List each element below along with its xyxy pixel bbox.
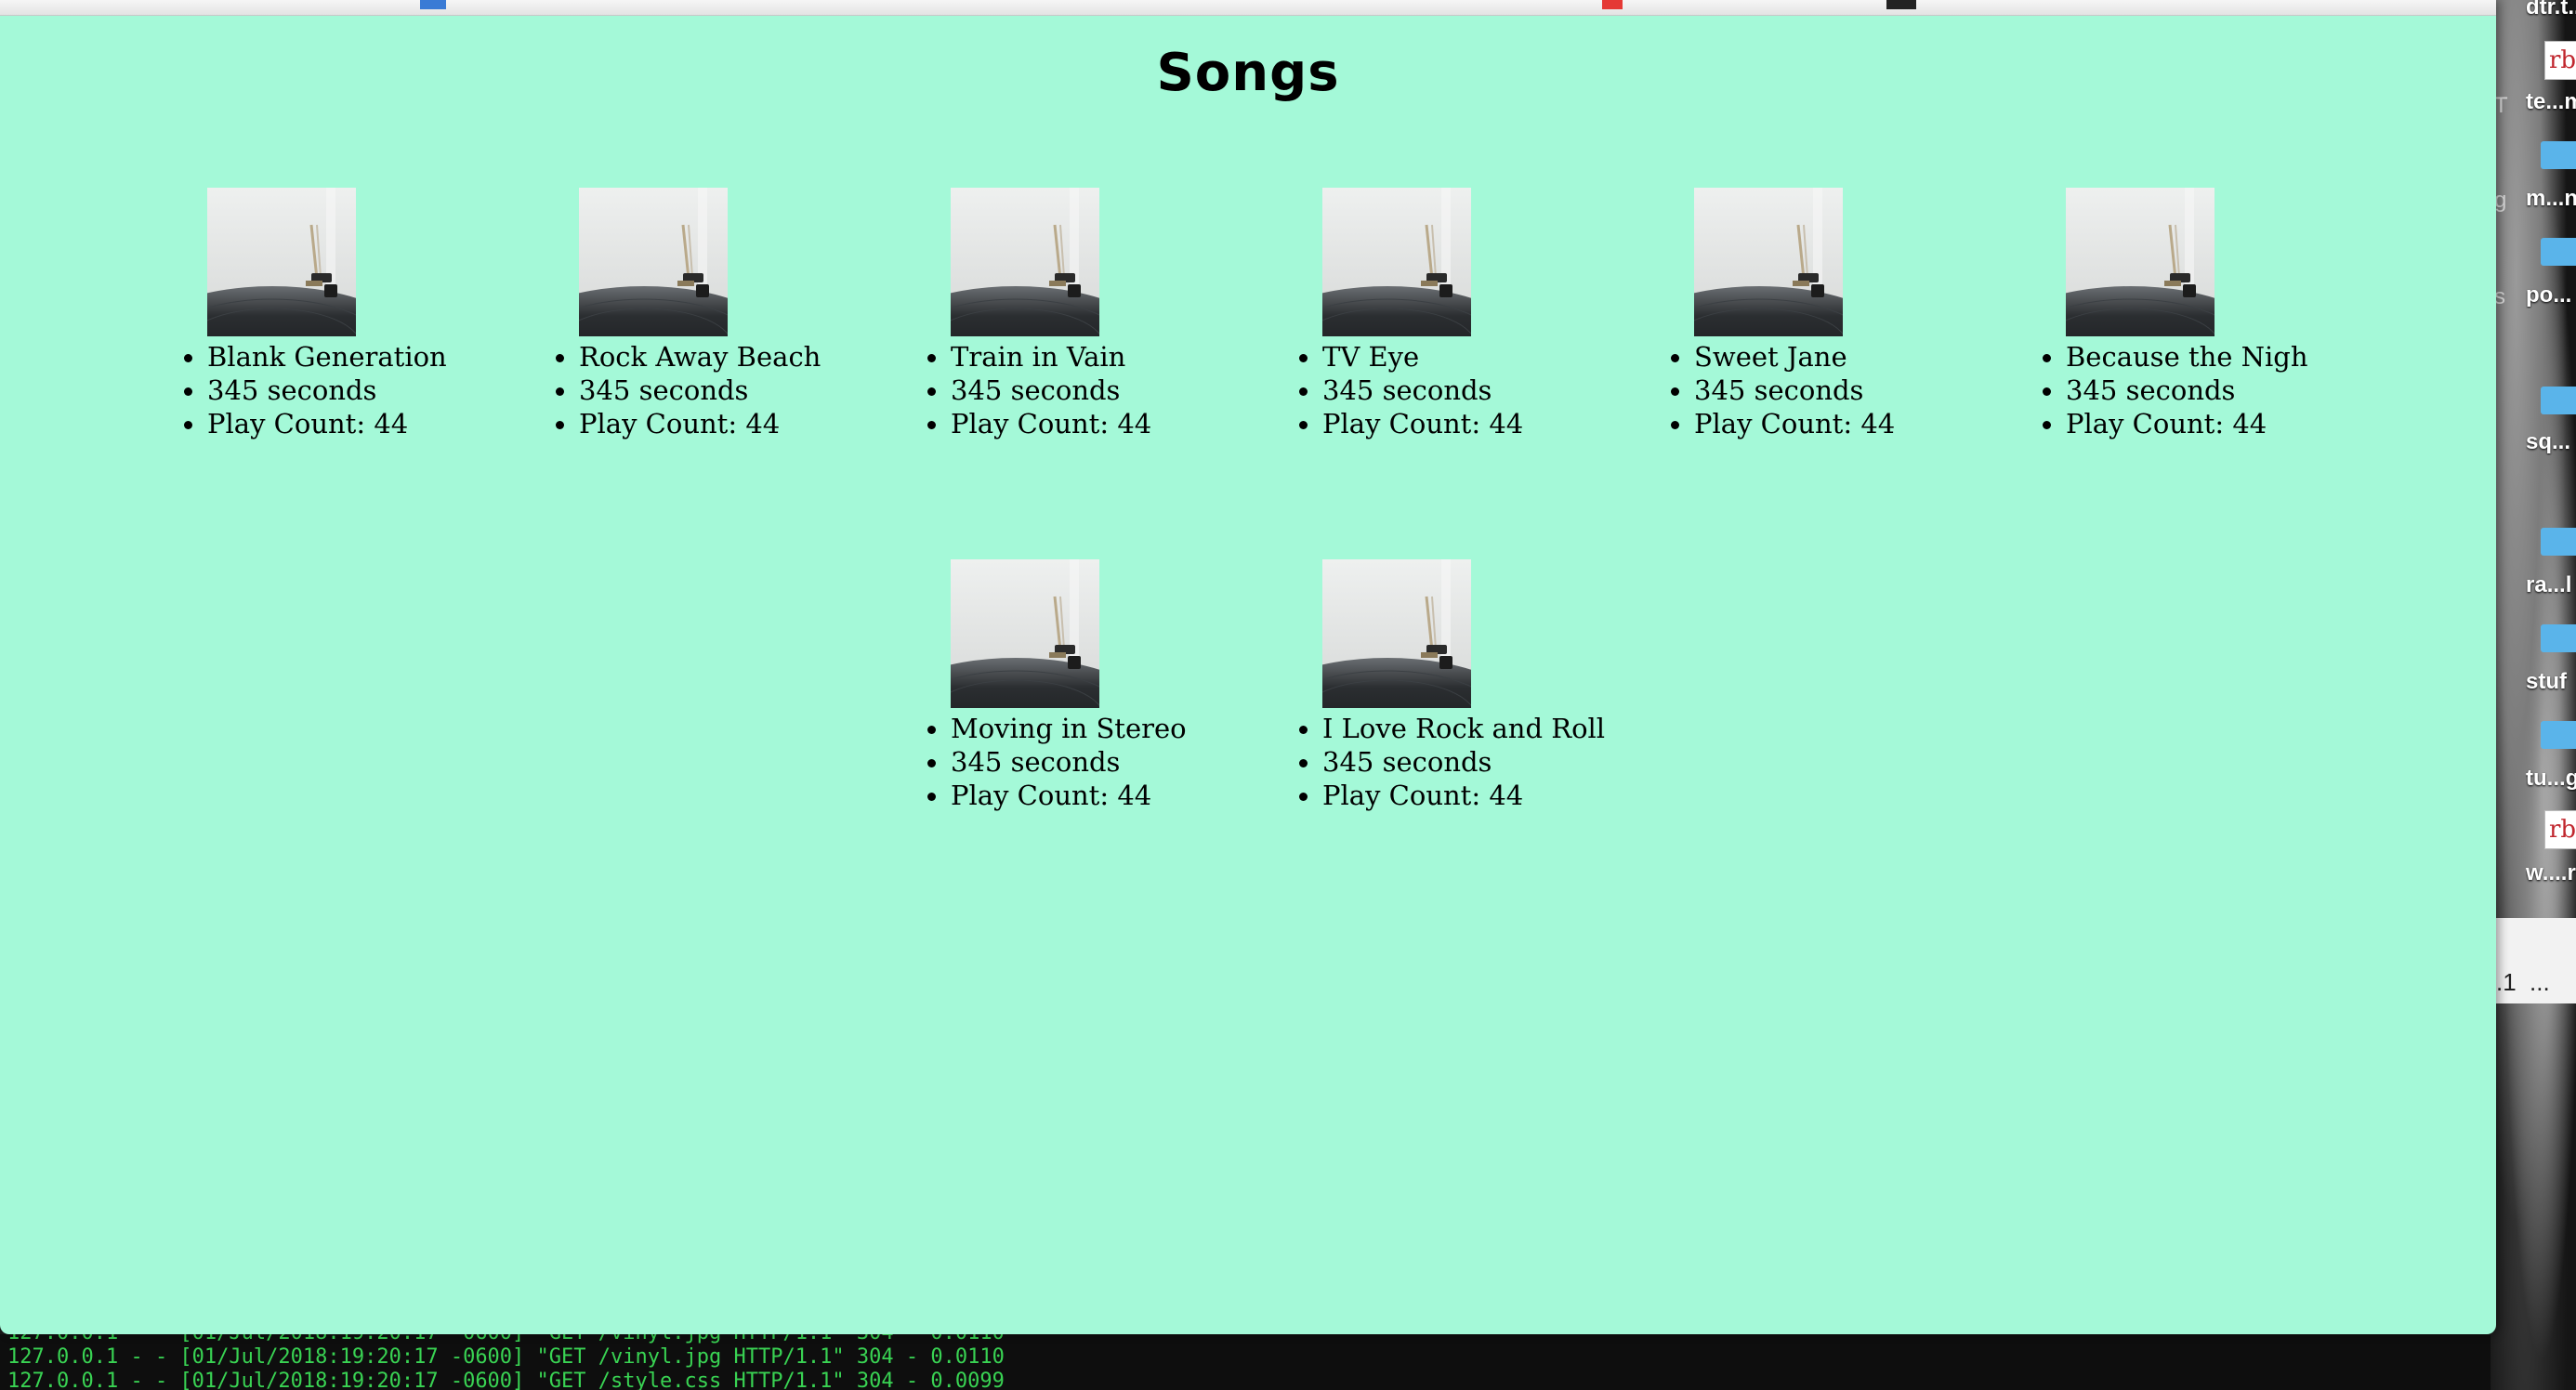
song-details: Moving in Stereo 345 seconds Play Count:… xyxy=(924,712,1187,812)
song-details: TV Eye 345 seconds Play Count: 44 xyxy=(1295,340,1523,440)
song-title: Because the Nigh xyxy=(2039,340,2308,374)
song-details: Sweet Jane 345 seconds Play Count: 44 xyxy=(1667,340,1895,440)
vinyl-record-image xyxy=(1322,559,1471,708)
vinyl-record-image xyxy=(2066,188,2215,336)
song-duration: 345 seconds xyxy=(2039,374,2308,407)
song-title: Train in Vain xyxy=(924,340,1151,374)
terminal-log-line: 127.0.0.1 - - [01/Jul/2018:19:20:17 -060… xyxy=(7,1334,1005,1344)
song-play-count: Play Count: 44 xyxy=(552,407,821,440)
desktop-item-label[interactable]: stuf xyxy=(2526,669,2576,695)
panel-ellipsis: ... xyxy=(2530,968,2550,996)
song-play-count: Play Count: 44 xyxy=(1667,407,1895,440)
song-title: Moving in Stereo xyxy=(924,712,1187,745)
song-duration: 345 seconds xyxy=(924,745,1187,779)
song-duration: 345 seconds xyxy=(1295,374,1523,407)
song-title: Blank Generation xyxy=(180,340,447,374)
vinyl-record-image xyxy=(951,559,1099,708)
desktop-item-label[interactable]: dtr.t... xyxy=(2526,0,2576,20)
folder-icon[interactable] xyxy=(2541,238,2576,266)
desktop-edge-letter: T xyxy=(2494,93,2508,118)
desktop-item-label[interactable]: w....r xyxy=(2526,860,2576,886)
vinyl-record-image xyxy=(951,188,1099,336)
song-play-count: Play Count: 44 xyxy=(924,779,1187,812)
desktop-item-label[interactable]: te...m xyxy=(2526,89,2576,115)
song-duration: 345 seconds xyxy=(552,374,821,407)
browser-window: Songs Blank Generation 345 seconds Play … xyxy=(0,0,2496,1334)
folder-icon[interactable] xyxy=(2541,624,2576,652)
song-title: TV Eye xyxy=(1295,340,1523,374)
desktop-item-label[interactable]: po... xyxy=(2526,282,2576,308)
folder-icon[interactable] xyxy=(2541,528,2576,556)
desktop-edge-letter: g xyxy=(2494,188,2507,213)
vinyl-record-image xyxy=(207,188,356,336)
terminal-log-line: 127.0.0.1 - - [01/Jul/2018:19:20:17 -060… xyxy=(7,1370,1005,1390)
song-duration: 345 seconds xyxy=(1295,745,1605,779)
vinyl-record-image xyxy=(579,188,728,336)
desktop-item-label[interactable]: ra...l xyxy=(2526,572,2576,598)
folder-icon[interactable] xyxy=(2541,721,2576,749)
desktop-item-label[interactable]: sq... xyxy=(2526,429,2576,455)
song-duration: 345 seconds xyxy=(1667,374,1895,407)
vinyl-record-image xyxy=(1694,188,1843,336)
song-play-count: Play Count: 44 xyxy=(2039,407,2308,440)
folder-icon[interactable] xyxy=(2541,141,2576,169)
song-play-count: Play Count: 44 xyxy=(1295,779,1605,812)
song-play-count: Play Count: 44 xyxy=(1295,407,1523,440)
song-title: Sweet Jane xyxy=(1667,340,1895,374)
songs-grid: Blank Generation 345 seconds Play Count:… xyxy=(0,0,2496,1334)
desktop-item-label[interactable]: tu...g xyxy=(2526,766,2576,792)
song-duration: 345 seconds xyxy=(924,374,1151,407)
ruby-file-icon[interactable]: rb xyxy=(2544,810,2576,849)
song-title: I Love Rock and Roll xyxy=(1295,712,1605,745)
terminal-log-line: 127.0.0.1 - - [01/Jul/2018:19:20:17 -060… xyxy=(7,1345,1005,1369)
folder-icon[interactable] xyxy=(2541,387,2576,414)
song-play-count: Play Count: 44 xyxy=(924,407,1151,440)
panel-label: .1 xyxy=(2496,968,2517,996)
song-details: Train in Vain 345 seconds Play Count: 44 xyxy=(924,340,1151,440)
song-details: Because the Nigh 345 seconds Play Count:… xyxy=(2039,340,2308,440)
song-title: Rock Away Beach xyxy=(552,340,821,374)
song-details: Blank Generation 345 seconds Play Count:… xyxy=(180,340,447,440)
vinyl-record-image xyxy=(1322,188,1471,336)
background-window-panel: .1 ... xyxy=(2491,918,2576,1003)
ruby-file-icon[interactable]: rb xyxy=(2544,41,2576,80)
song-details: Rock Away Beach 345 seconds Play Count: … xyxy=(552,340,821,440)
song-play-count: Play Count: 44 xyxy=(180,407,447,440)
song-duration: 345 seconds xyxy=(180,374,447,407)
terminal-output: 127.0.0.1 - - [01/Jul/2018:19:20:17 -060… xyxy=(0,1334,2491,1390)
desktop-item-label[interactable]: m...n xyxy=(2526,186,2576,212)
song-details: I Love Rock and Roll 345 seconds Play Co… xyxy=(1295,712,1605,812)
